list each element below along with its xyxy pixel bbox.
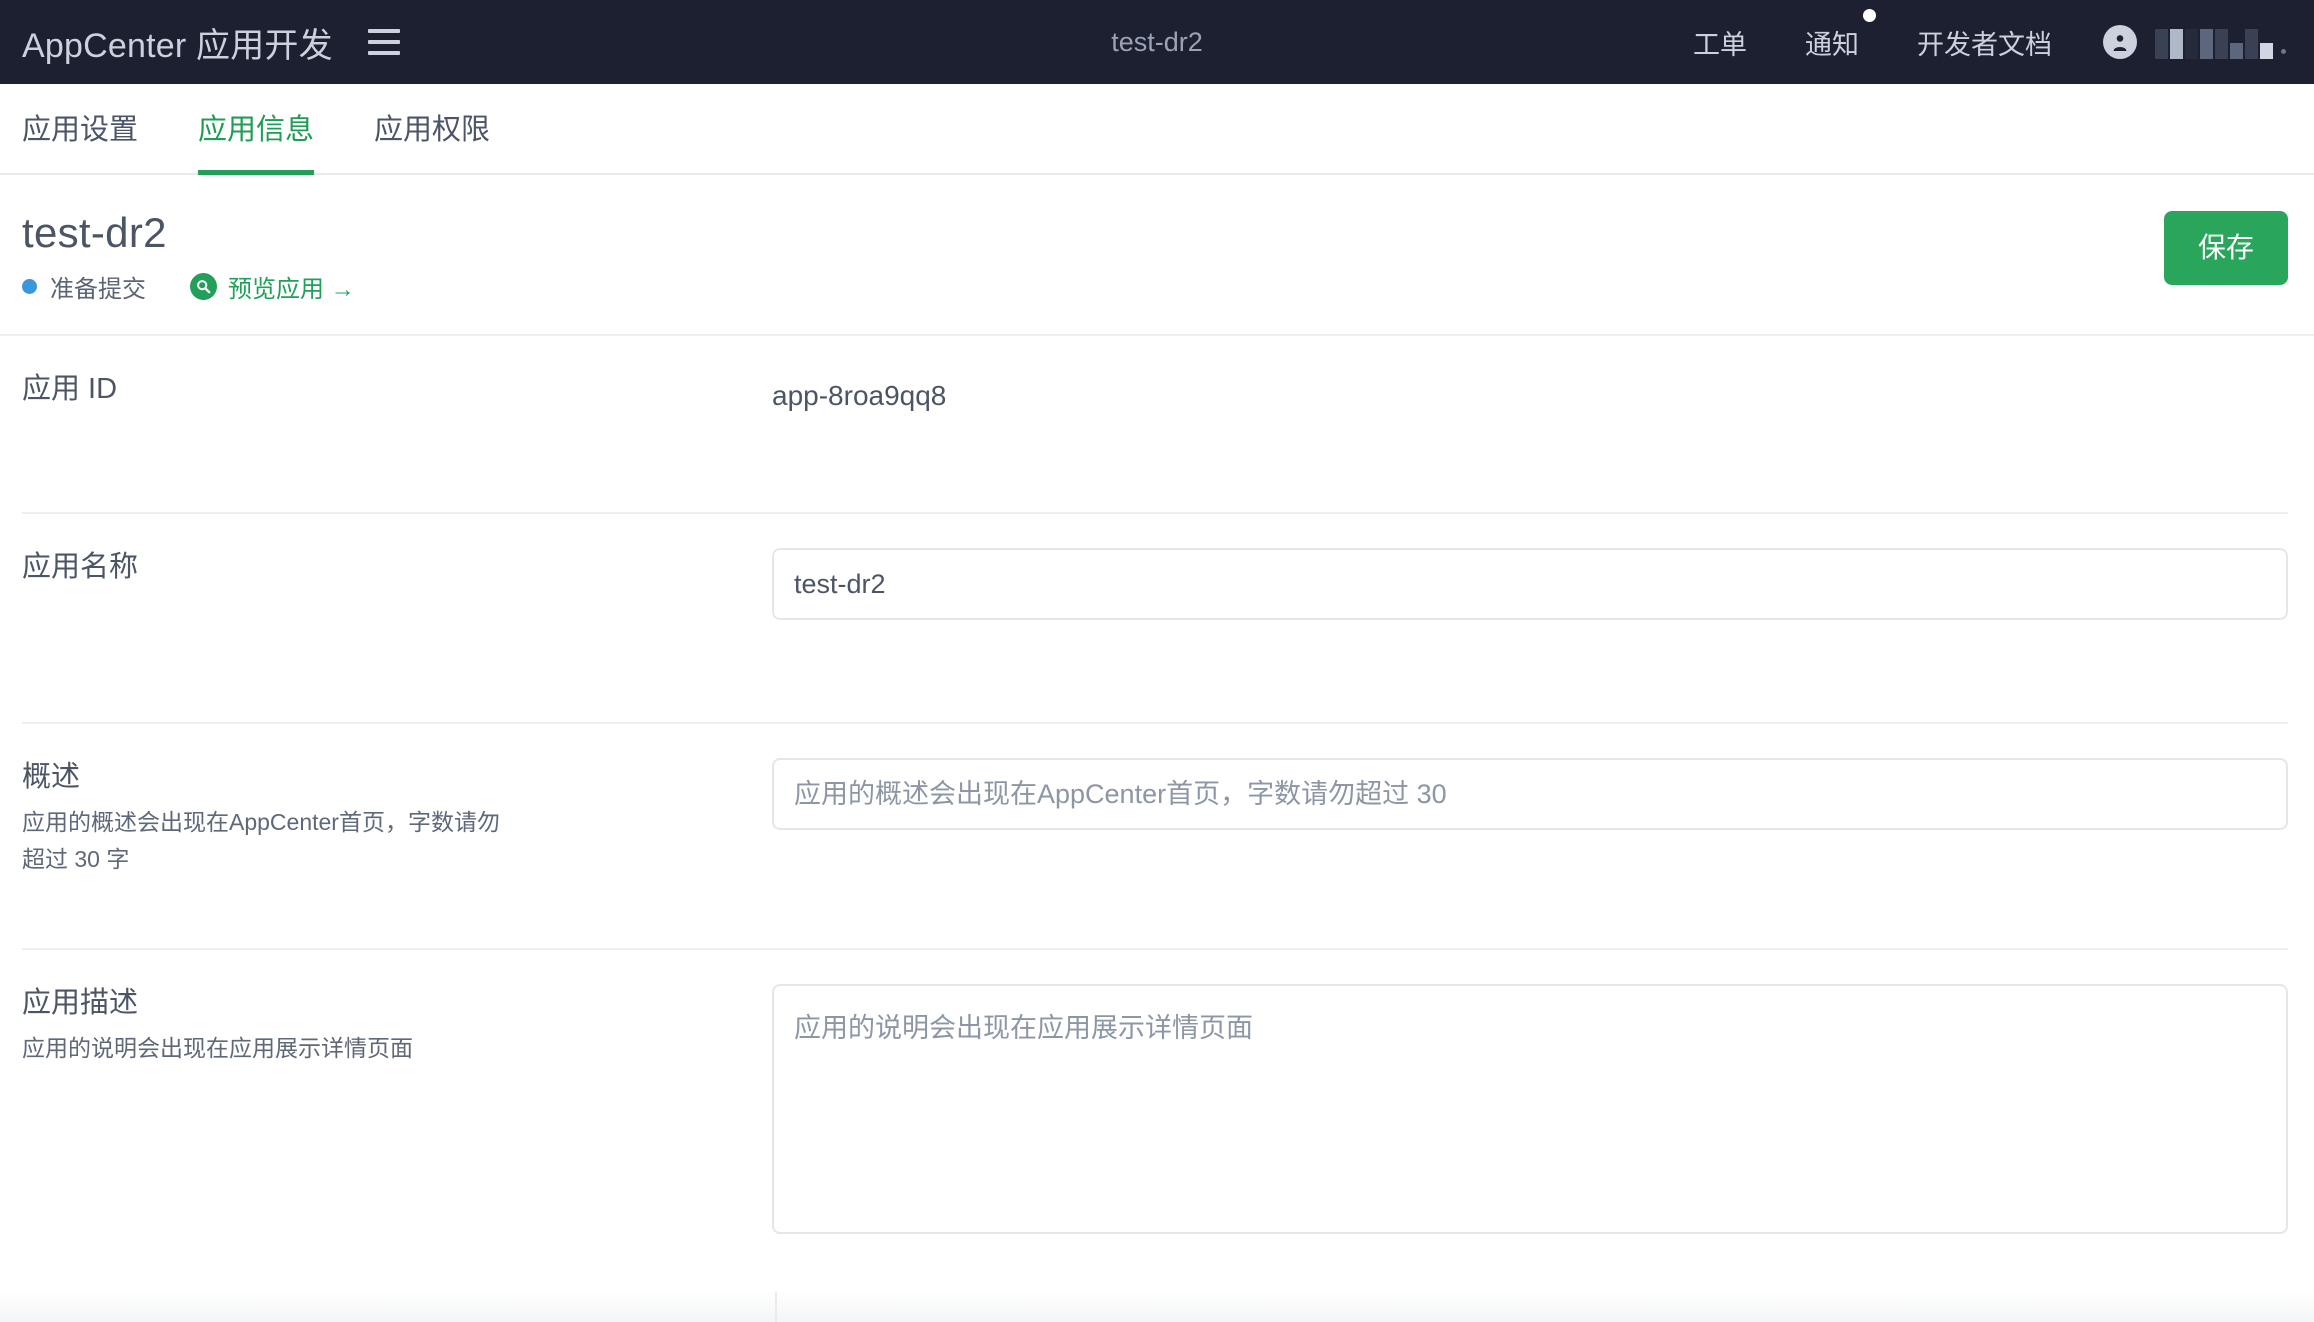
search-circle-icon [190, 273, 217, 300]
page-meta-row: 准备提交 预览应用 → [22, 269, 2288, 304]
nav-item-developer-docs[interactable]: 开发者文档 [1888, 23, 2081, 62]
user-icon[interactable] [2103, 25, 2137, 59]
tab-label: 应用权限 [374, 106, 490, 148]
username-redacted[interactable] [2155, 25, 2288, 59]
form-label-summary: 概述 应用的概述会出现在AppCenter首页，字数请勿超过 30 字 [22, 724, 772, 878]
header-nav-group: 工单 通知 开发者文档 [1664, 23, 2288, 62]
app-id-value: app-8roa9qq8 [772, 370, 2288, 412]
label-hint-text: 应用的说明会出现在应用展示详情页面 [22, 1030, 502, 1067]
form-row-app-id: 应用 ID app-8roa9qq8 [0, 336, 2314, 514]
nav-label: 通知 [1805, 30, 1859, 60]
form-label-app-id: 应用 ID [22, 336, 772, 409]
label-text: 应用 ID [22, 370, 772, 409]
page-header: test-dr2 准备提交 预览应用 → 保存 [0, 175, 2314, 336]
app-name-input[interactable] [772, 548, 2288, 620]
form-field-summary [772, 724, 2288, 864]
status-badge: 准备提交 [50, 269, 146, 304]
nav-label: 工单 [1693, 30, 1747, 60]
summary-input[interactable] [772, 758, 2288, 830]
bottom-gradient-overlay [0, 1292, 2314, 1322]
app-brand-title: AppCenter 应用开发 [22, 18, 333, 67]
form-field-description [772, 950, 2288, 1273]
form-field-app-name [772, 514, 2288, 654]
tab-label: 应用信息 [198, 106, 314, 148]
form-field-app-id: app-8roa9qq8 [772, 336, 2288, 446]
app-info-form: 应用 ID app-8roa9qq8 应用名称 概述 应用的概述会出现在AppC… [0, 336, 2314, 1273]
preview-app-link[interactable]: 预览应用 → [190, 269, 355, 304]
panel-seam-divider [775, 1292, 777, 1322]
page-title: test-dr2 [22, 209, 2288, 257]
description-textarea[interactable] [772, 984, 2288, 1234]
label-text: 概述 [22, 758, 772, 797]
tab-app-settings[interactable]: 应用设置 [22, 84, 138, 173]
save-button[interactable]: 保存 [2164, 211, 2288, 285]
form-label-description: 应用描述 应用的说明会出现在应用展示详情页面 [22, 950, 772, 1067]
username-trailing-dot [2281, 49, 2286, 54]
label-hint-text: 应用的概述会出现在AppCenter首页，字数请勿超过 30 字 [22, 804, 502, 878]
top-header-bar: AppCenter 应用开发 test-dr2 工单 通知 开发者文档 [0, 0, 2314, 84]
label-text: 应用名称 [22, 548, 772, 587]
nav-label: 开发者文档 [1917, 30, 2052, 60]
status-indicator-dot [22, 279, 37, 294]
hamburger-icon[interactable] [363, 21, 405, 63]
notification-badge-dot [1863, 9, 1876, 22]
preview-app-label: 预览应用 → [228, 269, 355, 304]
label-text: 应用描述 [22, 984, 772, 1023]
tab-app-permissions[interactable]: 应用权限 [374, 84, 490, 173]
tab-label: 应用设置 [22, 106, 138, 148]
form-row-summary: 概述 应用的概述会出现在AppCenter首页，字数请勿超过 30 字 [0, 724, 2314, 950]
form-label-app-name: 应用名称 [22, 514, 772, 587]
nav-item-worktickets[interactable]: 工单 [1664, 23, 1776, 62]
hamburger-bar [368, 40, 400, 44]
tab-bar: 应用设置 应用信息 应用权限 [0, 84, 2314, 175]
hamburger-bar [368, 51, 400, 55]
hamburger-bar [368, 29, 400, 33]
form-row-app-name: 应用名称 [0, 514, 2314, 724]
tab-app-info[interactable]: 应用信息 [198, 84, 314, 173]
form-row-description: 应用描述 应用的说明会出现在应用展示详情页面 [0, 950, 2314, 1273]
nav-item-notifications[interactable]: 通知 [1776, 23, 1888, 62]
